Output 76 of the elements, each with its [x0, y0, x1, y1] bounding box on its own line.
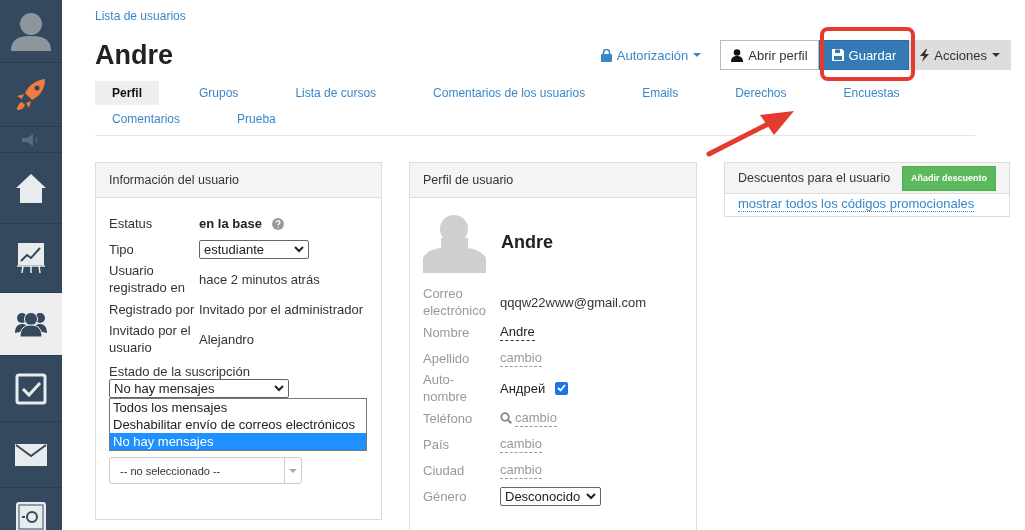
chevron-icon: [274, 385, 284, 392]
tab[interactable]: Emails: [642, 81, 679, 105]
subscription-select[interactable]: No hay mensajes: [109, 379, 289, 398]
promo-codes-link[interactable]: mostrar todos los códigos promocionales: [738, 196, 975, 212]
user-icon: [731, 48, 744, 62]
page-title: Andre: [95, 39, 173, 71]
more-button[interactable]: Acciones: [909, 40, 1011, 70]
avatar-icon: [423, 212, 486, 273]
tab[interactable]: Comentarios: [112, 107, 181, 131]
dropdown-option[interactable]: No hay mensajes: [110, 433, 366, 450]
rocket-icon: [15, 77, 47, 112]
checkbox[interactable]: [555, 381, 569, 395]
tab[interactable]: Encuestas: [843, 81, 900, 105]
panel-title: Información del usuario: [109, 173, 239, 187]
dropdown-option[interactable]: Todos los mensajes: [110, 399, 366, 416]
panel-title: Descuentos para el usuario: [738, 171, 891, 185]
chevron-icon: [294, 245, 304, 253]
field-label: Teléfono: [423, 409, 474, 427]
field-value: Андрей: [500, 379, 546, 397]
tab[interactable]: Lista de cursos: [295, 81, 377, 105]
field-label: Estado de la suscripción: [109, 364, 251, 379]
caret-icon: [693, 53, 702, 57]
editable-value[interactable]: cambio: [500, 349, 542, 367]
avatar-icon: [9, 11, 53, 51]
field-label: Nombre: [423, 323, 471, 341]
field-label: País: [423, 435, 450, 453]
account-select[interactable]: -- no seleccionado --: [109, 457, 302, 484]
save-button[interactable]: Guardar: [818, 40, 910, 70]
search-icon[interactable]: [500, 412, 512, 424]
editable-value[interactable]: cambio: [515, 409, 557, 427]
breadcrumb-link[interactable]: Lista de usuarios: [95, 9, 186, 23]
chevron-icon: [586, 492, 597, 500]
field-value: Alejandro: [199, 330, 254, 348]
profile-name: Andre: [501, 232, 553, 253]
lightning-icon: [920, 48, 930, 62]
field-value: en la base: [199, 215, 262, 231]
chart-board-icon: [17, 242, 45, 274]
gender-select[interactable]: Desconocido: [500, 486, 602, 506]
checkbox-icon: [15, 372, 47, 405]
speaker-icon: [21, 133, 41, 146]
add-discount-button[interactable]: Añadir descuento: [902, 165, 996, 191]
editable-value[interactable]: cambio: [500, 435, 542, 453]
lock-icon: [600, 48, 612, 62]
editable-value[interactable]: cambio: [500, 461, 542, 479]
tab[interactable]: Derechos: [735, 81, 787, 105]
authorization-link[interactable]: Autorización: [589, 40, 713, 70]
dropdown-option[interactable]: Deshabilitar envío de correos electrónicos: [110, 416, 366, 433]
home-icon: [15, 172, 47, 204]
profile-button[interactable]: Abrir perfil: [720, 40, 819, 70]
field-label: Registrado por: [109, 300, 196, 318]
caret-icon: [992, 53, 1000, 57]
tab[interactable]: Comentarios de los usuarios: [433, 81, 586, 105]
help-icon: [271, 218, 284, 231]
caret-icon: [289, 468, 297, 473]
field-value: hace 2 minutos atrás: [199, 270, 320, 288]
editable-value[interactable]: Andre: [500, 323, 535, 341]
type-select[interactable]: estudiante: [199, 239, 309, 259]
field-label: Usuario registrado en: [109, 262, 186, 296]
field-label: Ciudad: [423, 461, 466, 479]
users-icon: [15, 311, 47, 337]
field-label: Apellido: [423, 349, 471, 367]
field-label: Invitado por el usuario: [109, 322, 192, 356]
field-label: Correo electrónico: [423, 285, 487, 319]
mail-icon: [15, 443, 47, 466]
sidebar-item[interactable]: [0, 293, 62, 356]
field-label: Tipo: [109, 240, 135, 258]
floppy-icon: [831, 49, 844, 61]
panel-title: Perfil de usuario: [423, 173, 514, 187]
field-label: Género: [423, 487, 468, 505]
field-value: qqqw22www@gmail.com: [500, 293, 647, 311]
tab[interactable]: Grupos: [199, 81, 239, 105]
tab[interactable]: Perfil: [95, 81, 159, 105]
field-value: Invitado por el administrador: [199, 300, 364, 318]
tab[interactable]: Prueba: [237, 107, 276, 131]
field-label: Estatus: [109, 214, 154, 232]
field-label: Auto-nombre: [423, 371, 469, 405]
